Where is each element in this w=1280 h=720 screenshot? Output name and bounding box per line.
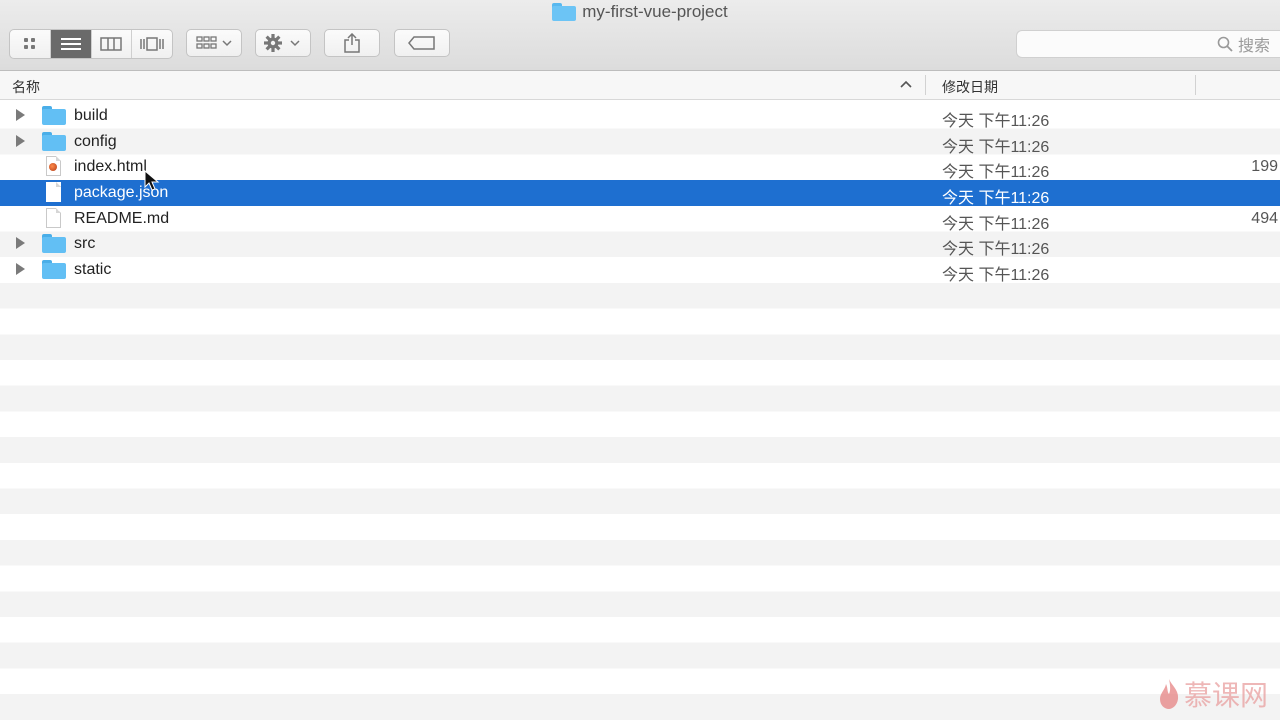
folder-icon [42, 131, 66, 151]
mouse-cursor-icon [144, 170, 160, 191]
disclosure-triangle-icon[interactable] [16, 134, 25, 147]
gear-icon [264, 34, 300, 52]
sort-ascending-icon [900, 77, 912, 91]
flame-logo-icon [1159, 679, 1179, 709]
folder-icon [552, 3, 577, 21]
view-mode-group [9, 29, 173, 59]
arrange-icon [196, 36, 232, 49]
file-date: 今天 下午11:26 [942, 215, 1050, 233]
file-row-readme[interactable]: README.md 今天 下午11:26 494 [0, 206, 1280, 233]
window-titlebar: my-first-vue-project 搜索 [0, 0, 1280, 71]
cover-flow-view-button[interactable] [132, 30, 172, 58]
file-name: src [74, 235, 96, 253]
file-name: config [74, 132, 117, 150]
column-header-name[interactable]: 名称 [12, 77, 40, 97]
action-menu-button[interactable] [255, 29, 311, 57]
list-view-button[interactable] [50, 30, 92, 58]
disclosure-triangle-icon[interactable] [16, 263, 25, 276]
tag-icon [408, 36, 435, 50]
file-row-package-json[interactable]: package.json 今天 下午11:26 [0, 180, 1280, 208]
window-title: my-first-vue-project [0, 0, 1280, 24]
file-date: 今天 下午11:26 [942, 190, 1050, 208]
file-name: build [74, 107, 108, 124]
cover-flow-icon [140, 37, 164, 51]
file-name: README.md [74, 209, 170, 227]
icon-view-button[interactable] [10, 30, 51, 58]
file-size: 494 [1251, 209, 1278, 227]
document-icon [46, 182, 61, 203]
columns-icon [100, 37, 123, 51]
watermark-text: 慕课网 [1183, 679, 1268, 712]
arrange-button[interactable] [186, 29, 242, 57]
document-icon [46, 207, 61, 228]
file-name: index.html [74, 158, 147, 176]
folder-icon [42, 260, 66, 280]
tag-button[interactable] [394, 29, 450, 57]
file-date: 今天 下午11:26 [942, 267, 1050, 285]
file-name: static [74, 261, 112, 279]
column-view-button[interactable] [92, 30, 133, 58]
search-icon [1217, 36, 1233, 52]
file-date: 今天 下午11:26 [942, 164, 1050, 182]
search-placeholder: 搜索 [1237, 38, 1270, 55]
file-date: 今天 下午11:26 [942, 113, 1050, 130]
list-header: 名称 修改日期 [0, 71, 1280, 100]
column-divider[interactable] [1195, 75, 1196, 95]
search-field[interactable]: 搜索 [1016, 30, 1280, 58]
file-list: build 今天 下午11:26 config 今天 下午11:26 index… [0, 103, 1280, 720]
disclosure-triangle-icon[interactable] [16, 109, 25, 121]
disclosure-triangle-icon[interactable] [16, 237, 25, 250]
list-icon [60, 38, 81, 50]
grid-icon [23, 38, 35, 49]
file-row-src[interactable]: src 今天 下午11:26 [0, 231, 1280, 259]
window-title-text: my-first-vue-project [582, 2, 728, 21]
file-row-index-html[interactable]: index.html 今天 下午11:26 199 [0, 154, 1280, 182]
file-row-static[interactable]: static 今天 下午11:26 [0, 257, 1280, 285]
file-date: 今天 下午11:26 [942, 241, 1050, 259]
column-divider[interactable] [925, 75, 926, 95]
share-icon [344, 33, 360, 53]
file-date: 今天 下午11:26 [942, 138, 1050, 156]
share-button[interactable] [324, 29, 380, 57]
folder-icon [42, 234, 66, 254]
html-file-icon [46, 156, 61, 177]
file-size: 199 [1251, 158, 1278, 176]
watermark: 慕课网 [1158, 674, 1268, 714]
folder-icon [42, 106, 66, 125]
file-row-build[interactable]: build 今天 下午11:26 [0, 103, 1280, 130]
file-row-config[interactable]: config 今天 下午11:26 [0, 129, 1280, 156]
column-header-date[interactable]: 修改日期 [942, 77, 998, 97]
